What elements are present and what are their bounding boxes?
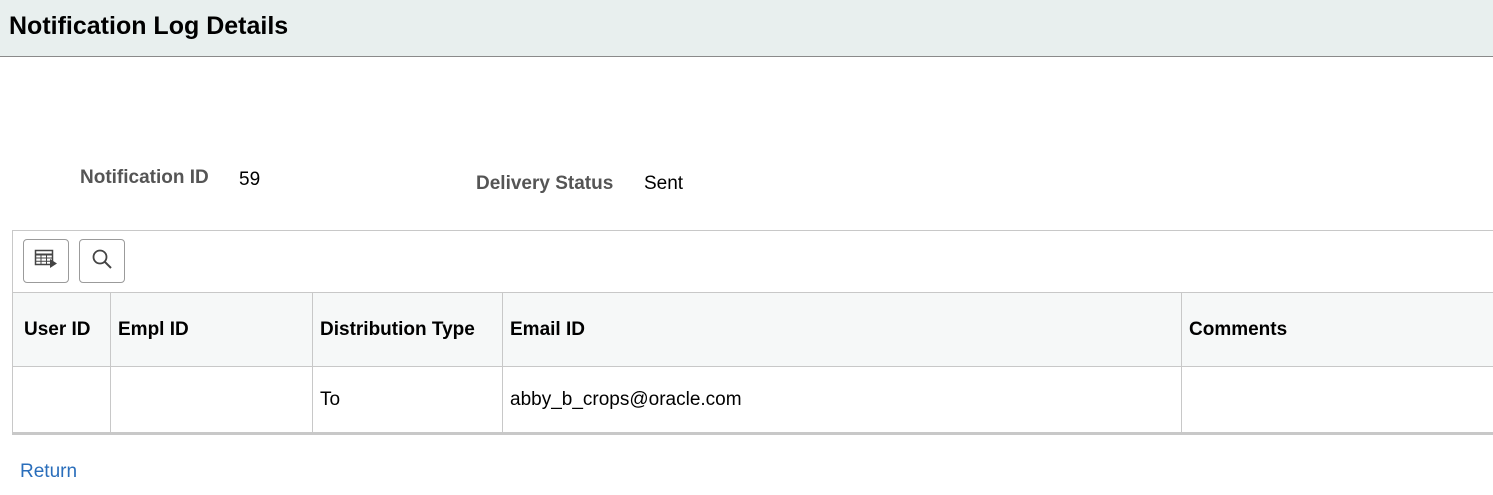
delivery-status-label: Delivery Status: [476, 173, 614, 194]
return-link[interactable]: Return: [20, 461, 77, 483]
grid-header-row: User ID Empl ID Distribution Type Email …: [13, 292, 1493, 367]
column-divider: [502, 292, 503, 433]
page-header: Notification Log Details: [0, 0, 1493, 57]
column-header-user-id: User ID: [24, 319, 91, 340]
search-icon: [90, 247, 114, 276]
column-header-comments: Comments: [1189, 319, 1288, 340]
column-header-distribution-type: Distribution Type: [320, 319, 475, 340]
notification-grid: User ID Empl ID Distribution Type Email …: [12, 230, 1493, 435]
table-row: To abby_b_crops@oracle.com: [13, 367, 1493, 433]
column-divider: [110, 292, 111, 433]
column-divider: [312, 292, 313, 433]
cell-email-id: abby_b_crops@oracle.com: [510, 389, 742, 410]
delivery-status-value: Sent: [644, 173, 684, 194]
search-grid-button[interactable]: [79, 239, 125, 283]
column-header-empl-id: Empl ID: [118, 319, 189, 340]
grid-personalize-icon: [34, 248, 58, 275]
column-divider: [1181, 292, 1182, 433]
notification-id-label: Notification ID: [80, 167, 209, 188]
page-title: Notification Log Details: [9, 12, 289, 40]
cell-distribution-type: To: [320, 389, 341, 410]
column-header-email-id: Email ID: [510, 319, 585, 340]
notification-id-value: 59: [239, 169, 261, 190]
personalize-grid-button[interactable]: [23, 239, 69, 283]
